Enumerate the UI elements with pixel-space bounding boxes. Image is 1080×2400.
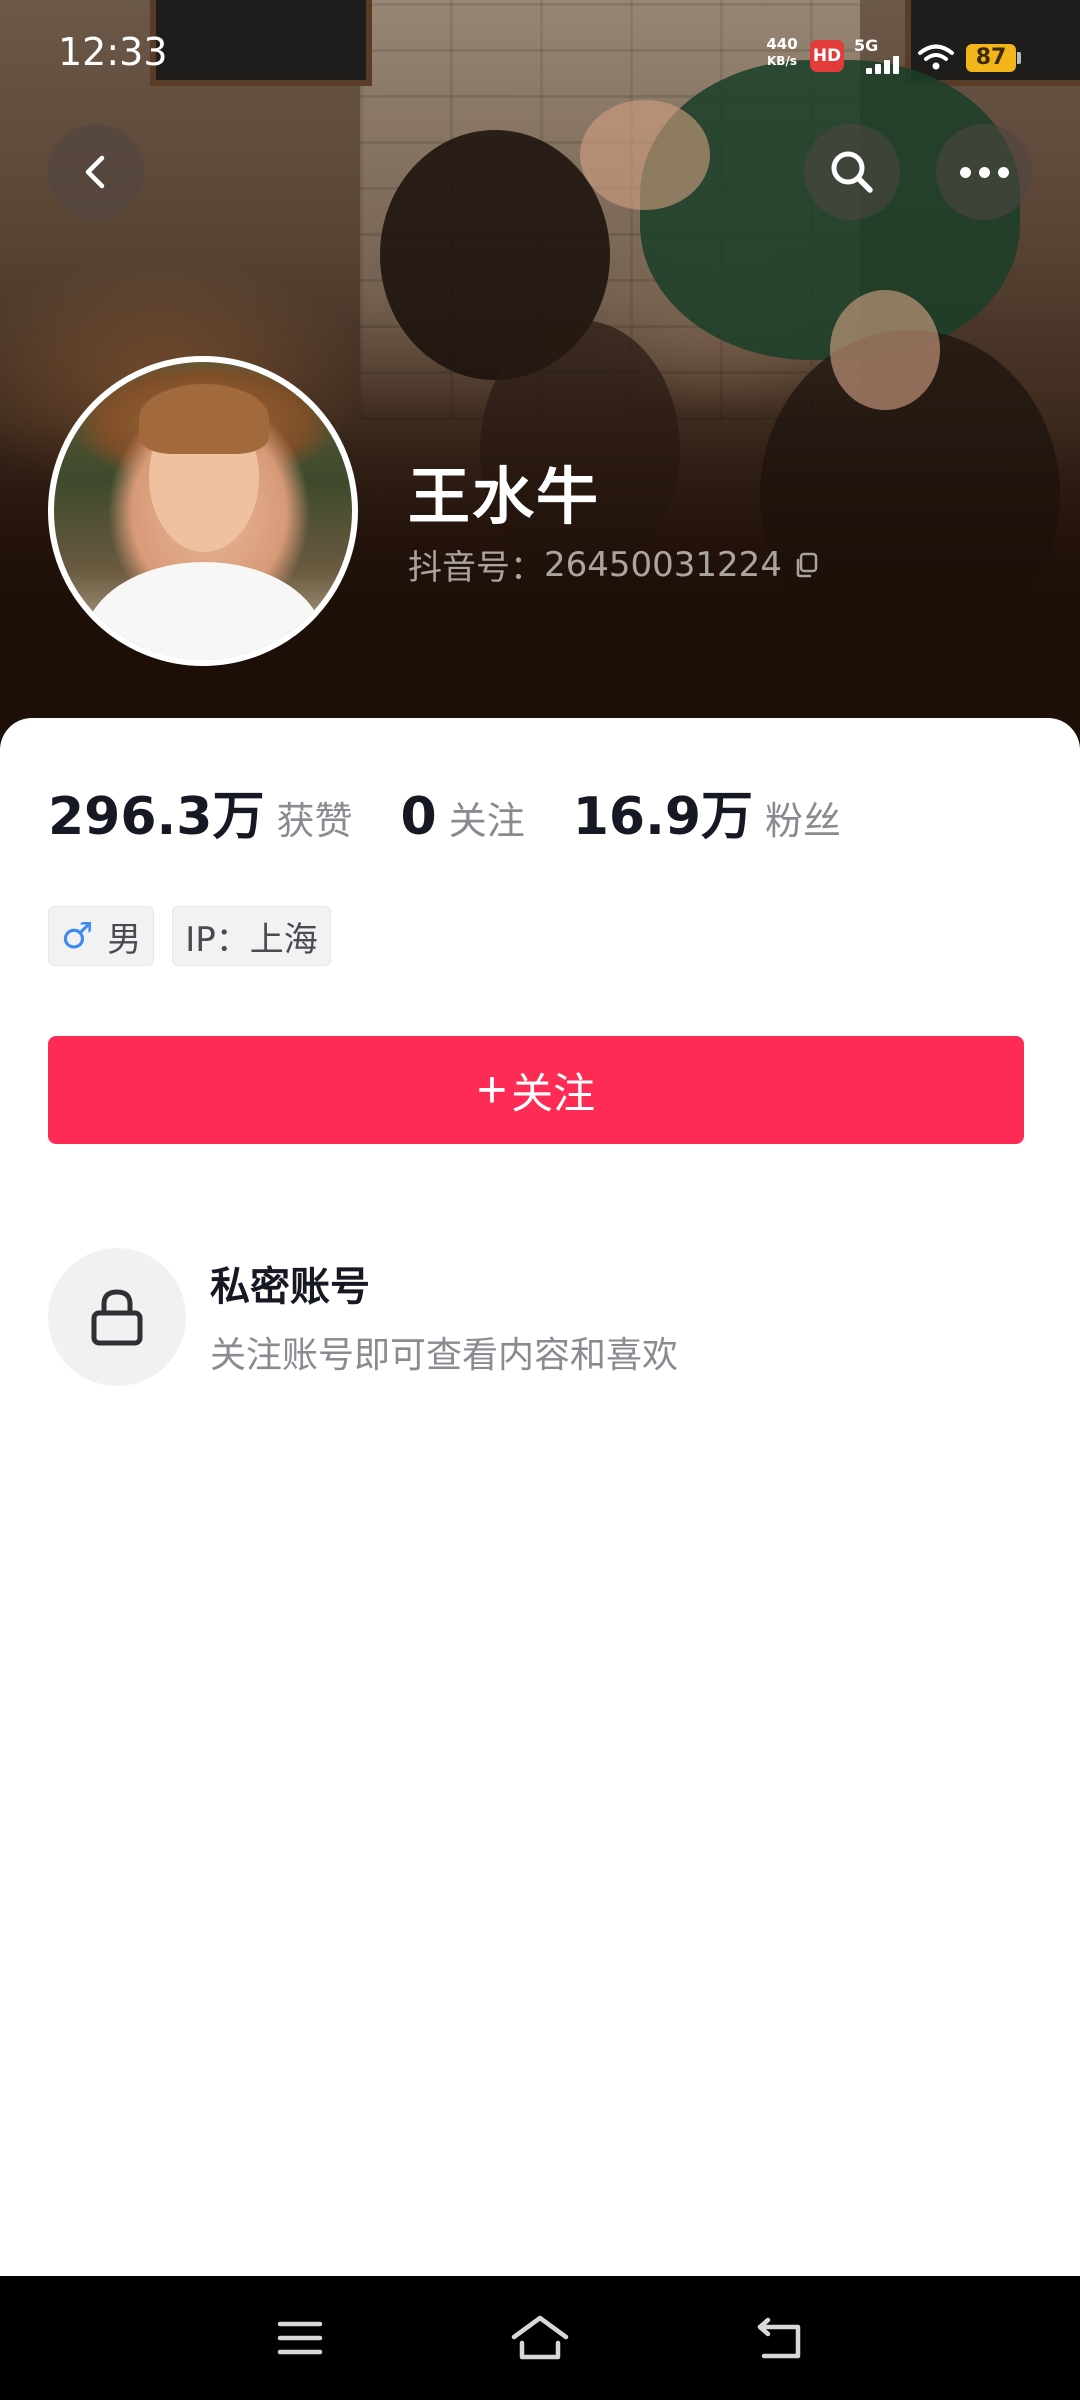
cover-figure [580, 100, 710, 210]
status-time: 12:33 [58, 30, 168, 74]
stat-following[interactable]: 0 关注 [401, 787, 525, 847]
stat-followers[interactable]: 16.9万 粉丝 [573, 774, 841, 849]
more-button[interactable] [936, 124, 1032, 220]
profile-tags: ♂ 男 IP：上海 [48, 906, 331, 966]
system-back-button[interactable] [748, 2306, 812, 2370]
recent-apps-button[interactable] [268, 2306, 332, 2370]
more-horizontal-icon [959, 166, 1009, 178]
private-account-title: 私密账号 [210, 1264, 370, 1310]
douyin-id-row[interactable]: 抖音号： 26450031224 [408, 540, 822, 589]
wifi-icon [918, 44, 954, 70]
avatar-shirt [84, 562, 324, 660]
lock-icon-container [48, 1248, 186, 1386]
gender-tag: ♂ 男 [48, 906, 155, 966]
stat-value: 0 [400, 787, 437, 847]
back-button[interactable] [48, 124, 144, 220]
chevron-left-icon [85, 155, 105, 189]
signal-icon [866, 56, 902, 74]
avatar[interactable] [48, 356, 358, 666]
male-icon: ♂ [61, 915, 94, 957]
douyin-id-label: 抖音号： [408, 548, 544, 588]
follow-button-label: 关注 [511, 1069, 596, 1117]
follow-button[interactable]: + 关注 [48, 1036, 1024, 1144]
battery-icon: 87 [966, 44, 1016, 72]
network-speed-value: 440 [766, 35, 798, 53]
stat-label: 粉丝 [765, 799, 842, 843]
network-speed-unit: KB/s [767, 54, 797, 68]
stat-likes[interactable]: 296.3万 获赞 [48, 774, 353, 849]
plus-icon: + [476, 1061, 508, 1119]
home-icon [511, 2315, 569, 2360]
lock-icon [91, 1289, 143, 1346]
profile-name: 王水牛 [408, 460, 601, 533]
gender-label: 男 [107, 919, 142, 960]
avatar-hair [139, 384, 269, 454]
status-bar: 12:33 440 KB/s HD 5G 87 [0, 0, 1080, 112]
return-icon [757, 2317, 801, 2359]
search-icon [831, 151, 873, 193]
profile-content-sheet: 296.3万 获赞 0 关注 16.9万 粉丝 ♂ 男 IP：上海 + 关注 私… [0, 718, 1080, 2276]
copy-icon[interactable] [792, 550, 822, 580]
stat-value: 16.9万 [572, 787, 754, 847]
search-button[interactable] [804, 124, 900, 220]
stat-label: 获赞 [276, 799, 353, 843]
system-navigation-bar [0, 2276, 1080, 2400]
network-speed: 440 KB/s [760, 36, 804, 70]
ip-location-label: IP：上海 [185, 919, 318, 960]
hd-voice-icon: HD [810, 40, 844, 72]
home-button[interactable] [508, 2306, 572, 2370]
stat-label: 关注 [448, 799, 525, 843]
battery-tip [1017, 52, 1021, 64]
cover-figure [830, 290, 940, 410]
profile-stats: 296.3万 获赞 0 关注 16.9万 粉丝 [48, 774, 889, 849]
stat-value: 296.3万 [48, 787, 265, 847]
ip-location-tag: IP：上海 [172, 906, 331, 966]
private-account-description: 关注账号即可查看内容和喜欢 [210, 1335, 679, 1376]
network-type: 5G [854, 36, 879, 55]
private-account-notice: 私密账号 关注账号即可查看内容和喜欢 [48, 1248, 1028, 1388]
douyin-id-value: 26450031224 [544, 544, 782, 585]
menu-icon [277, 2321, 323, 2355]
